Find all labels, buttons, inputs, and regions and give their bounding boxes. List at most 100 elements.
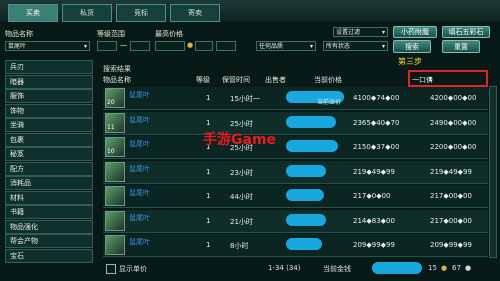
status-select[interactable]: 所有状态 ▾: [323, 41, 388, 51]
row-current-price: 214◆83◆00: [353, 216, 395, 225]
row-buyout-price: 219◆49◆99: [430, 167, 472, 176]
scrollbar[interactable]: [489, 86, 497, 258]
money-silver: 67: [452, 264, 461, 272]
category-item[interactable]: 宝石: [5, 248, 93, 263]
row-current-price: 4100◆74◆00: [353, 94, 400, 102]
col-duration[interactable]: 保管时间: [222, 75, 250, 85]
price-gold-input[interactable]: [155, 41, 185, 51]
row-level: 1: [206, 118, 211, 127]
watermark-text: 手游Game: [203, 132, 277, 148]
item-thumbnail: [105, 186, 125, 206]
item-thumbnail: [105, 210, 125, 231]
tab-bid[interactable]: 竞标: [116, 4, 166, 22]
item-count: 10: [107, 148, 115, 155]
row-current-label: 当前出价: [317, 99, 342, 106]
chevron-down-icon: ▾: [83, 43, 87, 50]
table-row[interactable]: 鼠尾叶 1 21小时 214◆83◆00 217◆00◆00: [103, 209, 488, 233]
show-unit-label: 显示单价: [119, 265, 147, 273]
clear-button[interactable]: 小药附魔: [393, 26, 437, 38]
name-label: 物品名称: [5, 30, 33, 38]
row-buyout-price: 217◆00◆00: [430, 192, 472, 200]
row-level: 1: [206, 167, 211, 176]
price-label: 最高价格: [155, 30, 183, 38]
row-current-price: 2150◆37◆00: [353, 143, 400, 151]
row-duration: 44小时: [230, 193, 253, 201]
row-level: 1: [206, 216, 211, 225]
reset-button[interactable]: 重置: [442, 40, 480, 53]
category-item[interactable]: 秘笈: [5, 147, 93, 161]
tab-consign[interactable]: 寄卖: [170, 4, 220, 22]
item-name-link[interactable]: 鼠尾叶: [129, 237, 150, 247]
category-item[interactable]: 帮会产物: [5, 234, 93, 248]
seller-redacted: [286, 164, 326, 177]
quality-value: 任何品质: [259, 43, 284, 50]
category-item[interactable]: 书籍: [5, 205, 93, 219]
item-name-input[interactable]: 鼠尾叶 ▾: [5, 41, 90, 51]
chevron-down-icon: ▾: [381, 43, 385, 50]
category-item[interactable]: 配方: [5, 161, 93, 176]
level-max-input[interactable]: [130, 41, 150, 51]
row-buyout-price: 2200◆00◆00: [430, 143, 477, 151]
row-buyout-price: 2490◆00◆00: [430, 118, 477, 127]
redacted-blot: [372, 262, 422, 274]
category-item[interactable]: 服饰: [5, 89, 93, 103]
quality-select[interactable]: 任何品质 ▾: [256, 41, 316, 51]
tab-bar: 买卖 私货 竞标 寄卖: [0, 0, 500, 22]
row-current-price: 2365◆40◆70: [353, 118, 400, 127]
row-buyout-price: 209◆99◆99: [430, 241, 472, 249]
preset-filter-select[interactable]: 设置过滤 ▾: [333, 27, 388, 37]
price-copper-input[interactable]: [216, 41, 236, 51]
level-label: 等级范围: [97, 30, 125, 38]
show-unit-checkbox[interactable]: [106, 264, 116, 274]
category-item[interactable]: 饰物: [5, 103, 93, 118]
item-name-link[interactable]: 鼠尾叶: [129, 164, 150, 174]
row-current-price: 219◆49◆99: [353, 167, 395, 176]
seller-redacted: [286, 189, 324, 201]
item-thumbnail: [105, 235, 125, 255]
col-level[interactable]: 等级: [196, 75, 210, 85]
col-seller[interactable]: 出售者: [265, 75, 286, 85]
set-button[interactable]: 填石五彩石: [442, 26, 490, 38]
table-row[interactable]: 10 鼠尾叶 1 25小时 2150◆37◆00 2200◆00◆00: [103, 136, 488, 159]
price-silver-input[interactable]: [195, 41, 213, 51]
level-min-input[interactable]: [97, 41, 117, 51]
category-item[interactable]: 暗器: [5, 74, 93, 89]
table-row[interactable]: 11 鼠尾叶 1 25小时 2365◆40◆70 2490◆00◆00: [103, 111, 488, 135]
seller-redacted: [286, 115, 336, 128]
category-item[interactable]: 坐骑: [5, 118, 93, 132]
item-name-link[interactable]: 鼠尾叶: [129, 188, 150, 198]
money-gold: 15: [428, 264, 437, 272]
category-item[interactable]: 兵刃: [5, 60, 93, 74]
chevron-down-icon: ▾: [309, 43, 313, 50]
search-button[interactable]: 搜索: [393, 40, 431, 53]
table-row[interactable]: 鼠尾叶 1 8小时 209◆99◆99 209◆99◆99: [103, 234, 488, 257]
row-duration: 23小时: [230, 168, 253, 177]
table-row[interactable]: 20 鼠尾叶 1 15小时一 当前出价 4100◆74◆00 4200◆00◆00: [103, 87, 488, 110]
table-row[interactable]: 鼠尾叶 1 23小时 219◆49◆99 219◆49◆99: [103, 160, 488, 184]
seller-redacted: [286, 238, 322, 250]
category-item[interactable]: 物品强化: [5, 219, 93, 234]
category-item[interactable]: 消耗品: [5, 176, 93, 190]
row-level: 1: [206, 192, 211, 200]
status-value: 所有状态: [326, 43, 351, 50]
tab-buy[interactable]: 买卖: [8, 4, 58, 22]
col-item[interactable]: 物品名称: [103, 75, 131, 85]
tab-private[interactable]: 私货: [62, 4, 112, 22]
item-name-value: 鼠尾叶: [8, 43, 27, 50]
table-row[interactable]: 鼠尾叶 1 44小时 217◆0◆00 217◆00◆00: [103, 185, 488, 208]
item-name-link[interactable]: 鼠尾叶: [129, 90, 150, 100]
category-item[interactable]: 包裹: [5, 132, 93, 147]
gold-coin-icon: ●: [441, 264, 448, 272]
item-count: 20: [107, 99, 115, 106]
gold-coin-icon: ●: [187, 41, 194, 49]
sort-icon[interactable]: ⧗: [428, 75, 433, 84]
row-current-price: 217◆0◆00: [353, 192, 391, 200]
col-current-price[interactable]: 当前价格: [314, 75, 342, 85]
category-item[interactable]: 材料: [5, 190, 93, 205]
item-name-link[interactable]: 鼠尾叶: [129, 213, 150, 223]
item-name-link[interactable]: 鼠尾叶: [129, 139, 150, 149]
step-note: 第三步: [398, 57, 422, 66]
seller-redacted: [286, 140, 338, 152]
row-buyout-price: 217◆00◆00: [430, 216, 472, 225]
item-name-link[interactable]: 鼠尾叶: [129, 115, 150, 125]
